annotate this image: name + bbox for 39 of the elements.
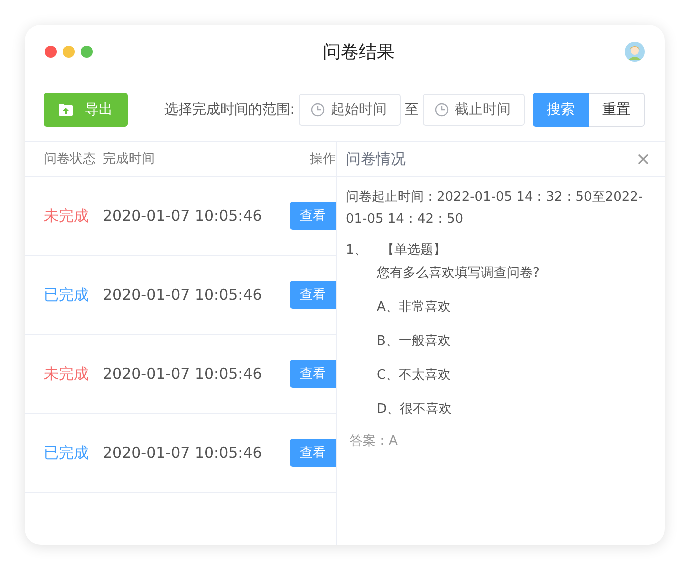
question-number: 1、: [346, 242, 368, 259]
avatar-icon[interactable]: [625, 42, 645, 62]
view-button[interactable]: 查看: [290, 202, 336, 230]
close-button[interactable]: ×: [636, 148, 651, 170]
view-button[interactable]: 查看: [290, 360, 336, 388]
search-button[interactable]: 搜索: [533, 93, 589, 127]
minimize-light-icon[interactable]: [63, 46, 75, 58]
answer-option: A、非常喜欢: [346, 298, 651, 316]
reset-button[interactable]: 重置: [589, 93, 645, 127]
question-text: 您有多么喜欢填写调查问卷?: [376, 265, 541, 282]
column-header: 问卷状态: [43, 151, 97, 168]
range-label: 选择完成时间的范围:: [164, 101, 295, 119]
zoom-light-icon[interactable]: [81, 46, 93, 58]
window-title: 问卷结果: [322, 41, 396, 64]
table-cell-text: 2020-01-07 10:05:46: [103, 444, 264, 462]
status-text: 已完成: [43, 444, 90, 462]
status-text: 未完成: [43, 364, 90, 384]
end-time-field[interactable]: 截止时间: [423, 94, 525, 126]
start-time-field[interactable]: 起始时间: [299, 94, 401, 126]
folder-upload-icon: [59, 104, 73, 116]
column-header: 完成时间: [103, 151, 156, 168]
answer-text: 答案：A: [349, 433, 399, 450]
question-type: 【单选题】: [381, 242, 446, 259]
export-button[interactable]: 导出: [44, 93, 128, 127]
view-button[interactable]: 查看: [290, 439, 336, 467]
table-cell-text: 2020-01-07 10:05:46: [103, 365, 264, 383]
answer-option: C、不太喜欢: [346, 366, 651, 384]
panel-title: 问卷情况: [346, 150, 406, 168]
close-light-icon[interactable]: [45, 46, 57, 58]
view-button[interactable]: 查看: [290, 281, 336, 309]
answer-option: D、很不喜欢: [346, 400, 651, 418]
table-cell-text: 2020-01-07 10:05:46: [103, 207, 264, 225]
column-header: 操作: [309, 151, 336, 168]
status-text: 已完成: [43, 286, 90, 304]
table-cell-text: 2020-01-07 10:05:46: [103, 286, 264, 304]
answer-option: B、一般喜欢: [346, 332, 651, 350]
period-text: 问卷起止时间：2022-01-05 14：32：50至2022-01-05 14：42：50: [346, 189, 644, 229]
status-text: 未完成: [43, 206, 90, 226]
range-separator: 至: [405, 101, 419, 119]
